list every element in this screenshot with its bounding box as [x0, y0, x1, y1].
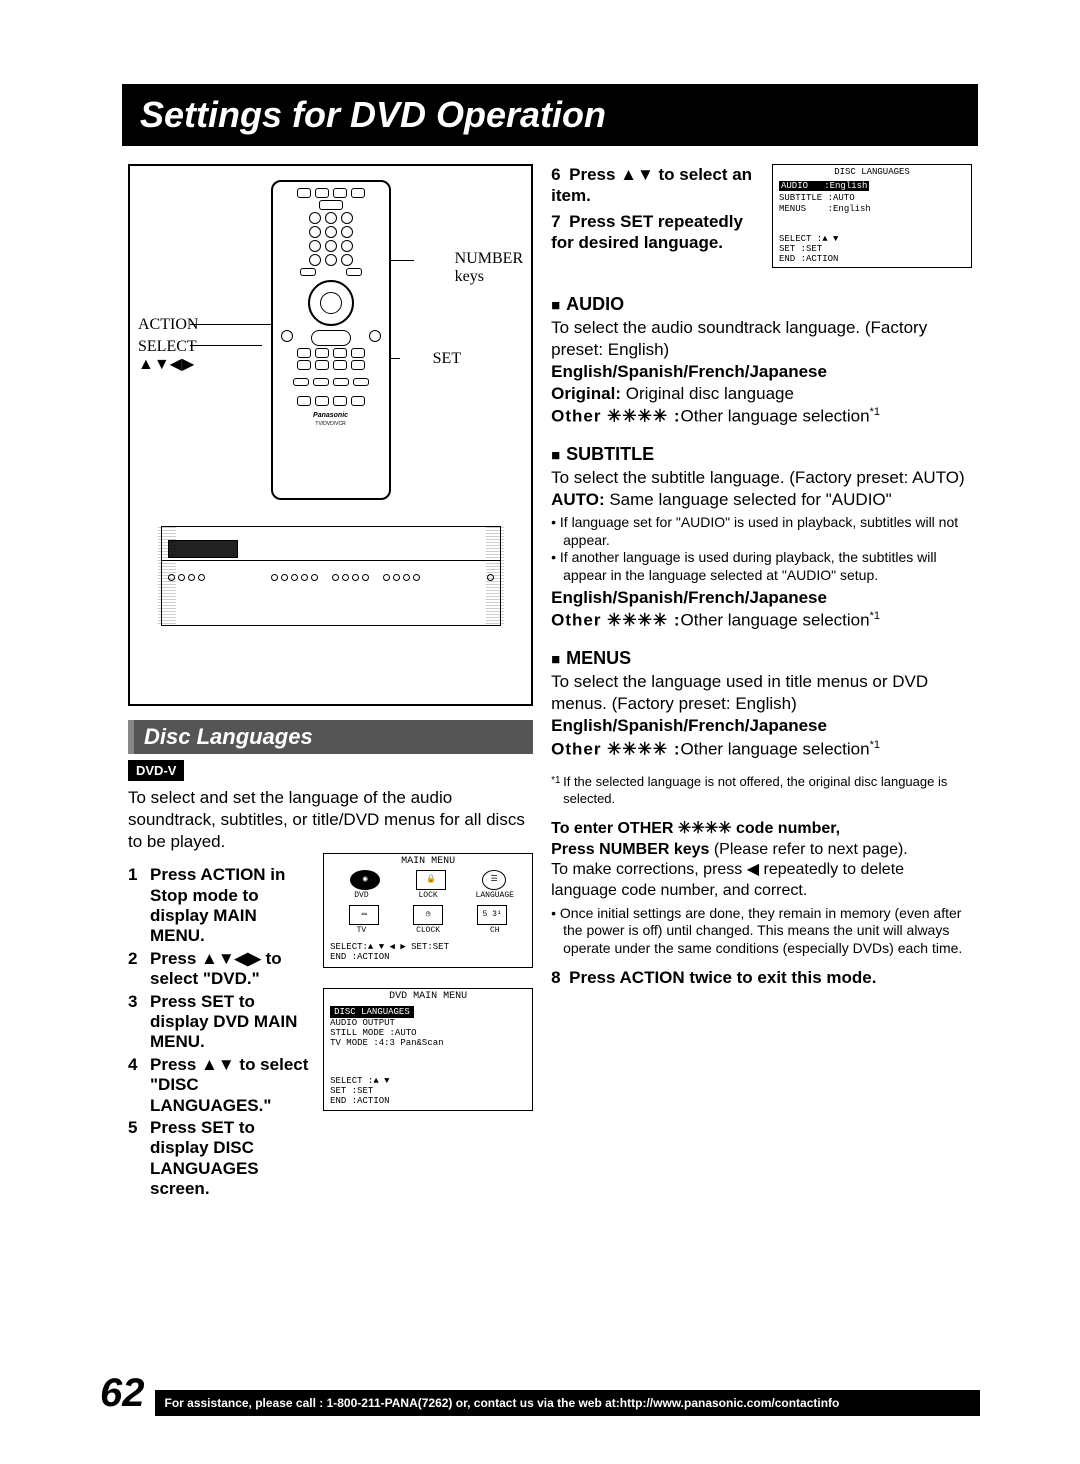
settings-persist-note: Once initial settings are done, they rem…: [551, 905, 972, 958]
steps-list: Press ACTION in Stop mode to display MAI…: [128, 865, 313, 1201]
leader-line: [190, 345, 262, 346]
step-8: 8Press ACTION twice to exit this mode.: [551, 967, 972, 989]
label-set: SET: [433, 350, 461, 368]
remote-brand: Panasonic: [313, 412, 348, 419]
step-1: Press ACTION in Stop mode to display MAI…: [128, 865, 313, 947]
page-title-bar: Settings for DVD Operation: [122, 84, 978, 146]
right-column: DISC LANGUAGES AUDIO :English SUBTITLE :…: [551, 164, 972, 1202]
subtitle-auto: AUTO: Same language selected for "AUDIO": [551, 489, 972, 511]
tv-icon: ▭: [349, 905, 379, 925]
manual-page: Settings for DVD Operation ACTION SELECT…: [0, 0, 1080, 1464]
other-code-note: To enter OTHER ✳✳✳✳ code number, Press N…: [551, 819, 972, 902]
osd-dvd-main-menu: DVD MAIN MENU DISC LANGUAGES AUDIO OUTPU…: [323, 988, 533, 1111]
leader-line: [190, 324, 272, 325]
page-title: Settings for DVD Operation: [140, 94, 960, 136]
remote-model: TV/DVD/VCR: [315, 421, 345, 427]
subtitle-bullets: If language set for "AUDIO" is used in p…: [551, 514, 972, 584]
step-6: 6Press ▲▼ to select an item.: [551, 164, 773, 207]
step-7: 7Press SET repeatedly for desired langua…: [551, 211, 773, 254]
subtitle-options: English/Spanish/French/Japanese: [551, 587, 972, 609]
menus-other: Other ✳✳✳✳ :Other language selection*1: [551, 738, 972, 761]
menus-heading: MENUS: [551, 648, 972, 669]
subtitle-desc: To select the subtitle language. (Factor…: [551, 467, 972, 489]
intro-text: To select and set the language of the au…: [128, 787, 533, 853]
device-front: [161, 526, 501, 626]
device-display: [168, 540, 238, 558]
subtitle-heading: SUBTITLE: [551, 444, 972, 465]
osd-highlight: DISC LANGUAGES: [330, 1006, 414, 1018]
label-number-keys: NUMBER keys: [455, 250, 523, 285]
remote-dpad: [308, 280, 354, 326]
remote-diagram: ACTION SELECT ▲▼◀▶ NUMBER keys SET: [128, 164, 533, 706]
step-2: Press ▲▼◀▶ to select "DVD.": [128, 949, 313, 990]
subtitle-other: Other ✳✳✳✳ :Other language selection*1: [551, 609, 972, 632]
label-action: ACTION: [138, 316, 198, 334]
audio-other: Other ✳✳✳✳ :Other language selection*1: [551, 405, 972, 428]
ch-icon: 5 3¹: [477, 905, 507, 925]
left-column: ACTION SELECT ▲▼◀▶ NUMBER keys SET: [128, 164, 533, 1202]
osd-title: MAIN MENU: [324, 854, 532, 868]
columns: ACTION SELECT ▲▼◀▶ NUMBER keys SET: [128, 164, 972, 1202]
audio-desc: To select the audio soundtrack language.…: [551, 317, 972, 361]
section-header-disc-languages: Disc Languages: [128, 720, 533, 754]
osd-disc-languages: DISC LANGUAGES AUDIO :English SUBTITLE :…: [772, 164, 972, 268]
osd-main-menu: MAIN MENU ◉ 🔒 ☰ DVD LOCK LANGUAGE ▭: [323, 853, 533, 967]
language-icon: ☰: [482, 870, 506, 890]
page-number: 62: [100, 1371, 145, 1416]
page-footer: 62 For assistance, please call : 1-800-2…: [100, 1371, 980, 1416]
menus-desc: To select the language used in title men…: [551, 671, 972, 715]
clock-icon: ◷: [413, 905, 443, 925]
lock-icon: 🔒: [416, 870, 446, 890]
dvd-v-badge: DVD-V: [128, 760, 184, 781]
label-select: SELECT ▲▼◀▶: [138, 338, 197, 373]
osd-stack: MAIN MENU ◉ 🔒 ☰ DVD LOCK LANGUAGE ▭: [323, 853, 533, 1110]
osd-highlight: AUDIO :English: [779, 181, 869, 191]
dvd-icon: ◉: [350, 870, 380, 890]
steps-and-osd: Press ACTION in Stop mode to display MAI…: [128, 853, 533, 1201]
footnote: *1If the selected language is not offere…: [551, 774, 972, 807]
step-4: Press ▲▼ to select "DISC LANGUAGES.": [128, 1055, 313, 1116]
audio-original: Original: Original disc language: [551, 383, 972, 405]
audio-heading: AUDIO: [551, 294, 972, 315]
menus-options: English/Spanish/French/Japanese: [551, 715, 972, 737]
remote-outline: Panasonic TV/DVD/VCR: [271, 180, 391, 500]
audio-options: English/Spanish/French/Japanese: [551, 361, 972, 383]
step-5: Press SET to display DISC LANGUAGES scre…: [128, 1118, 313, 1200]
footer-bar: For assistance, please call : 1-800-211-…: [155, 1390, 981, 1416]
step-3: Press SET to display DVD MAIN MENU.: [128, 992, 313, 1053]
